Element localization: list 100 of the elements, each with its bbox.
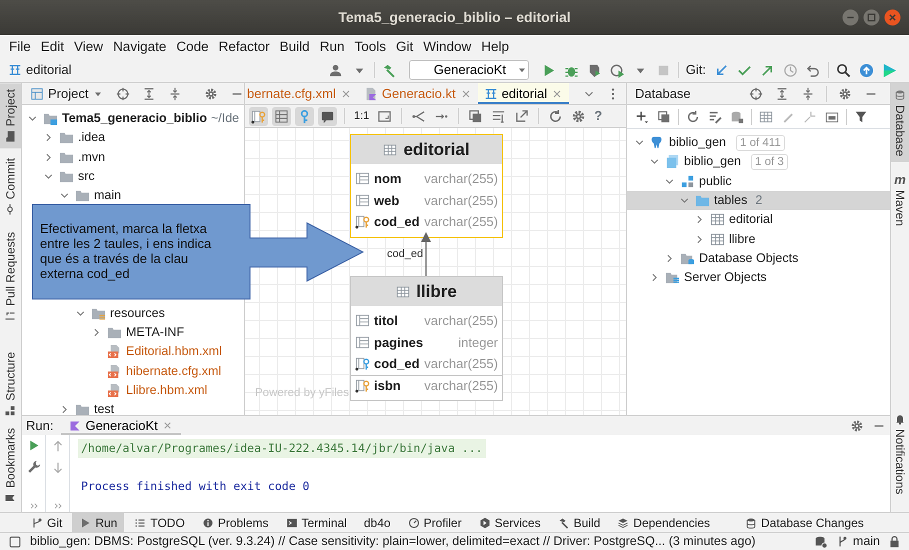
run-tab[interactable]: GeneracioKt [61,416,181,435]
refresh-icon[interactable] [686,110,700,124]
close-icon[interactable] [460,88,472,100]
fit-content-icon[interactable] [377,108,392,124]
refresh-icon[interactable] [548,108,564,124]
close-icon[interactable] [340,88,352,100]
settings-icon[interactable] [204,86,218,100]
tool-window-tab[interactable]: m Maven [891,168,909,232]
run-configuration-dropdown[interactable]: GeneracioKt [408,60,529,80]
update-icon[interactable] [859,62,874,78]
breadcrumb-item[interactable]: editorial [26,60,72,80]
table-node[interactable]: llibre titol varchar(255) pagines integer cod_ed varchar(255) isbn varchar(255) [350,276,503,401]
tool-window-button[interactable]: Run [72,513,124,532]
panel-title[interactable]: Project [48,84,88,104]
properties-icon[interactable] [708,110,722,124]
menu-item[interactable]: View [69,35,108,58]
columns-icon[interactable] [274,108,289,124]
tool-window-button[interactable]: Services [472,513,548,532]
tool-window-tab[interactable]: Bookmarks [0,422,21,510]
menu-item[interactable]: Git [390,35,418,58]
tree-item[interactable]: resources [110,304,165,323]
tree-item[interactable]: Tema5_generacio_biblio [62,109,207,128]
tool-window-button[interactable]: Database Changes [738,513,871,532]
menu-item[interactable]: Build [274,35,315,58]
expand-all-icon[interactable] [775,86,789,100]
tree-item[interactable]: llibre [729,230,756,249]
database-icon[interactable] [730,110,744,124]
menu-item[interactable]: Refactor [214,35,275,58]
tool-window-button[interactable]: db4o [356,513,398,532]
tool-window-button[interactable]: Git [24,513,70,532]
tool-window-button[interactable]: Build [550,513,608,532]
tool-window-button[interactable]: Problems [194,513,276,532]
tree-item[interactable]: editorial [729,210,773,230]
menu-item[interactable]: Tools [349,35,391,58]
search-icon[interactable] [836,62,851,78]
table-node[interactable]: editorial nom varchar(255) web varchar(255) cod_ed varchar(255) [350,134,503,238]
build-icon[interactable] [382,62,397,78]
duplicate-icon[interactable] [657,110,671,124]
filter-icon[interactable] [854,110,868,124]
settings-icon[interactable] [850,418,864,432]
tool-window-tab[interactable]: Structure [0,346,21,422]
tree-item[interactable]: .idea [78,128,106,148]
tree-item[interactable]: test [94,400,114,415]
export-icon[interactable] [514,108,530,124]
collapse-all-icon[interactable] [801,86,815,100]
tool-window-tab[interactable]: Project [0,83,21,148]
tree-item[interactable]: Database Objects [699,248,798,268]
key-column-icon[interactable] [251,108,266,124]
maximize-button[interactable] [863,9,880,26]
tree-item[interactable]: Editorial.hbm.xml [126,342,222,362]
toggle-panels-icon[interactable] [8,534,22,548]
tree-item[interactable]: Server Objects [684,268,767,288]
locate-icon[interactable] [116,86,130,100]
tool-window-tab[interactable]: Notifications [891,406,909,500]
tree-item[interactable]: src [78,167,95,186]
tool-window-tab[interactable]: Database [891,83,909,162]
tree-item[interactable]: .mvn [78,148,106,167]
editor-tab[interactable]: editorial [478,83,570,104]
layout-icon[interactable] [411,108,426,124]
tree-item[interactable]: main [94,186,122,206]
tree-item[interactable]: tables [714,191,748,210]
console-icon[interactable] [825,110,839,124]
menu-item[interactable]: Code [171,35,214,58]
tree-item[interactable]: Llibre.hbm.xml [126,380,208,400]
settings-icon[interactable] [26,460,40,474]
tool-window-tab[interactable]: Commit [0,152,21,222]
help-button[interactable]: ? [594,106,602,126]
menu-item[interactable]: Window [418,35,476,58]
close-button[interactable] [884,9,901,26]
update-icon[interactable] [714,62,729,78]
table-icon[interactable] [759,110,773,124]
menu-item[interactable]: File [4,35,36,58]
copy-icon[interactable] [468,108,484,124]
tree-item[interactable]: META-INF [126,322,184,342]
text-icon[interactable] [491,108,506,124]
tree-item[interactable]: biblio_gen [684,152,741,172]
settings-icon[interactable] [571,108,586,124]
minimize-button[interactable] [842,9,859,26]
menu-item[interactable]: Edit [36,35,70,58]
expand-all-icon[interactable] [142,86,156,100]
tree-item[interactable]: public [699,172,732,191]
tool-window-button[interactable]: Dependencies [610,513,718,532]
close-icon[interactable] [551,88,564,100]
editor-tab[interactable]: Generacio.kt [358,83,478,104]
rollback-icon[interactable] [806,62,821,78]
tree-item[interactable]: biblio_gen [669,133,726,152]
menu-item[interactable]: Run [314,35,350,58]
tree-item[interactable]: hibernate.cfg.xml [126,362,222,381]
editor-tab[interactable]: bernate.cfg.xml [245,83,358,104]
close-icon[interactable] [162,420,173,431]
lock-icon[interactable] [888,535,901,548]
branch-name[interactable]: main [852,532,880,550]
collapse-all-icon[interactable] [168,86,182,100]
user-icon[interactable] [328,62,344,78]
tool-window-tab[interactable]: Pull Requests [0,226,21,328]
settings-icon[interactable] [838,86,852,100]
locate-icon[interactable] [749,86,763,100]
database-icon[interactable] [814,534,828,548]
add-icon[interactable] [635,110,649,124]
toolbox-icon[interactable] [882,62,897,78]
